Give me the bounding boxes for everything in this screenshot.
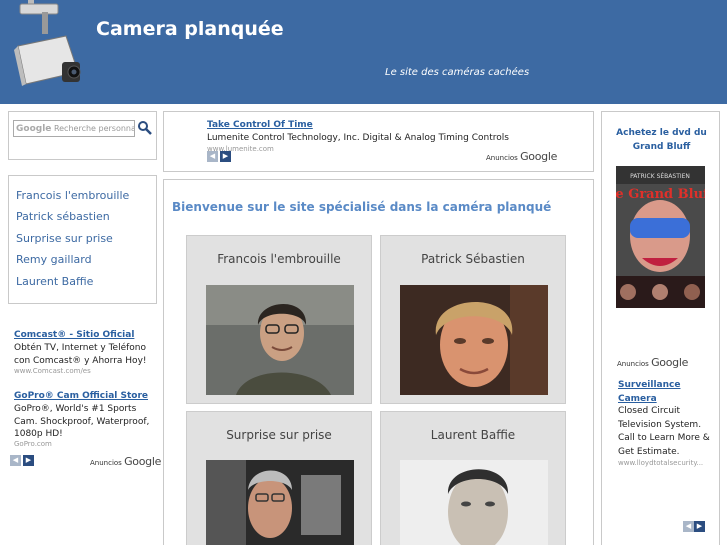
search-input[interactable]: Google Recherche personnalisée: [13, 120, 135, 137]
ad-url-surveillance[interactable]: www.lloydtotalsecurity...: [618, 459, 703, 467]
ad-prev-arrow-icon[interactable]: ◀: [10, 455, 21, 466]
card-title[interactable]: Surprise sur prise: [187, 428, 371, 442]
card-title[interactable]: Francois l'embrouille: [187, 252, 371, 266]
ad-title-comcast[interactable]: Comcast® - Sitio Oficial: [14, 330, 134, 340]
ads-by-brand: Google: [520, 150, 558, 163]
ad-url-comcast[interactable]: www.Comcast.com/es: [14, 367, 91, 375]
top-ad-next-arrow-icon[interactable]: ▶: [220, 151, 231, 162]
nav-item-laurent[interactable]: Laurent Baffie: [16, 275, 93, 288]
card-surprise[interactable]: Surprise sur prise: [186, 411, 372, 545]
dvd-cover-image[interactable]: PATRICK SÉBASTIEN Le Grand Bluff: [616, 166, 705, 308]
site-header: Camera planquée Le site des caméras cach…: [0, 0, 727, 104]
ads-by-prefix: Anuncios: [486, 154, 518, 162]
top-ad-prev-arrow-icon[interactable]: ◀: [207, 151, 218, 162]
card-francois[interactable]: Francois l'embrouille: [186, 235, 372, 404]
search-placeholder: Recherche personnalisée: [53, 124, 134, 133]
photo-surprise[interactable]: [206, 460, 354, 545]
ads-by-google-top[interactable]: Anuncios Google: [486, 150, 557, 163]
site-tagline: Le site des caméras cachées: [385, 67, 530, 78]
top-ad-text: Lumenite Control Technology, Inc. Digita…: [207, 133, 509, 143]
dvd-title-text: Le Grand Bluff: [616, 187, 705, 202]
card-title[interactable]: Patrick Sébastien: [381, 252, 565, 266]
nav-item-patrick[interactable]: Patrick sébastien: [16, 210, 110, 223]
ads-by-brand: Google: [124, 455, 162, 468]
card-laurent[interactable]: Laurent Baffie: [380, 411, 566, 545]
ad-text-comcast: Obtén TV, Internet y Teléfono con Comcas…: [14, 343, 147, 366]
ad-text-gopro: GoPro®, World's #1 Sports Cam. Shockproo…: [14, 404, 150, 439]
search-google-label: Google: [16, 124, 52, 134]
ads-by-brand: Google: [651, 356, 689, 369]
welcome-heading: Bienvenue sur le site spécialisé dans la…: [172, 200, 552, 214]
photo-patrick[interactable]: [400, 285, 548, 395]
nav-item-francois[interactable]: Francois l'embrouille: [16, 189, 129, 202]
ad-url-gopro[interactable]: GoPro.com: [14, 440, 52, 448]
search-icon[interactable]: [137, 120, 152, 135]
ads-by-google-right[interactable]: Anuncios Google: [617, 356, 688, 369]
ads-by-prefix: Anuncios: [90, 459, 122, 467]
nav-item-surprise[interactable]: Surprise sur prise: [16, 232, 113, 245]
right-ad-next-arrow-icon[interactable]: ▶: [694, 521, 705, 532]
dvd-promo-link[interactable]: Achetez le dvd du Grand Bluff: [603, 126, 720, 154]
dvd-top-text: PATRICK SÉBASTIEN: [630, 172, 690, 180]
ads-by-prefix: Anuncios: [617, 360, 649, 368]
ad-text-surveillance: Closed Circuit Television System. Call t…: [618, 406, 710, 457]
nav-item-remy[interactable]: Remy gaillard: [16, 253, 92, 266]
photo-francois[interactable]: [206, 285, 354, 395]
ads-by-google-left[interactable]: Anuncios Google: [90, 455, 161, 468]
right-ad-prev-arrow-icon[interactable]: ◀: [683, 521, 694, 532]
top-ad-title[interactable]: Take Control Of Time: [207, 120, 313, 130]
photo-laurent[interactable]: [400, 460, 548, 545]
card-patrick[interactable]: Patrick Sébastien: [380, 235, 566, 404]
security-camera-logo: [14, 0, 81, 86]
card-title[interactable]: Laurent Baffie: [381, 428, 565, 442]
site-title[interactable]: Camera planquée: [96, 18, 284, 40]
ad-next-arrow-icon[interactable]: ▶: [23, 455, 34, 466]
ad-title-surveillance[interactable]: Surveillance Camera: [618, 378, 698, 406]
ad-title-gopro[interactable]: GoPro® Cam Official Store: [14, 391, 148, 401]
